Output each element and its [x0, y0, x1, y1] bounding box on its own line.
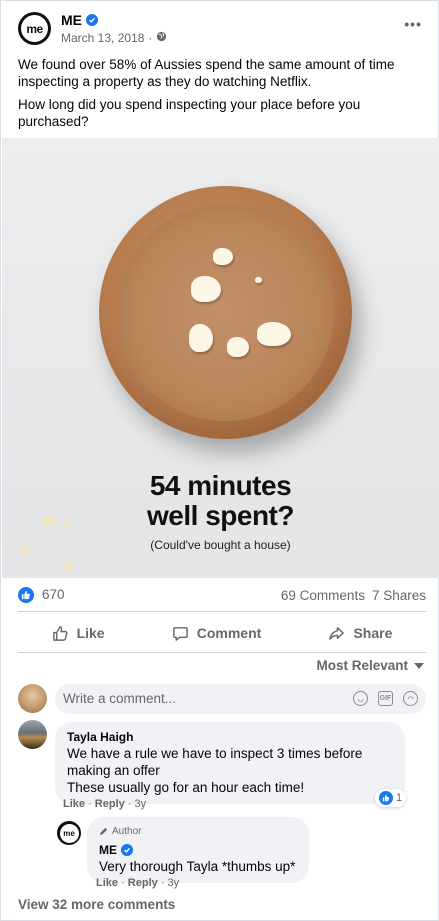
popcorn-crumb: [64, 562, 73, 571]
bowl-inner: [117, 204, 334, 421]
image-subtext: (Could've bought a house): [150, 538, 291, 552]
reply-author-name[interactable]: ME: [99, 842, 117, 858]
more-options-icon[interactable]: •••: [404, 16, 422, 32]
engagement-stats: 670 69 Comments 7 Shares: [18, 586, 426, 606]
share-button-label: Share: [353, 625, 393, 641]
post-text-line-2: How long did you spend inspecting your p…: [18, 97, 361, 129]
popcorn-piece: [191, 276, 221, 302]
comment-icon: [172, 626, 188, 641]
like-button-label: Like: [76, 625, 105, 641]
reply-bubble: Author ME Very thorough Tayla *thumbs up…: [87, 817, 309, 883]
reply-reply-link[interactable]: Reply: [128, 877, 158, 889]
comment-count[interactable]: 69 Comments: [281, 588, 365, 603]
popcorn-piece: [257, 322, 291, 346]
post-card: me ME March 13, 2018 · ••• We found over…: [0, 0, 439, 921]
post-header: me ME March 13, 2018 · •••: [18, 10, 426, 50]
comment-meta: Like · Reply · 3y: [63, 798, 147, 810]
post-image[interactable]: 54 minutes well spent? (Could've bought …: [2, 138, 439, 578]
comment-input-placeholder: Write a comment...: [63, 691, 177, 706]
sort-dropdown[interactable]: Most Relevant: [316, 658, 424, 673]
post-text-line-1: We found over 58% of Aussies spend the s…: [18, 57, 395, 89]
wooden-bowl-image: [99, 186, 352, 439]
comment-age[interactable]: 3y: [135, 798, 147, 810]
post-text: We found over 58% of Aussies spend the s…: [18, 56, 428, 136]
gif-icon[interactable]: GIF: [378, 691, 393, 706]
emoji-icon[interactable]: ◡: [353, 691, 368, 706]
author-name[interactable]: ME: [61, 12, 82, 28]
reaction-count: 1: [396, 792, 403, 804]
comment-text-line-1: We have a rule we have to inspect 3 time…: [67, 746, 363, 778]
pencil-icon: [99, 827, 108, 836]
author-tag: Author: [99, 823, 297, 840]
post-meta: March 13, 2018 ·: [61, 31, 167, 45]
globe-icon: [156, 31, 167, 45]
popcorn-piece: [255, 277, 262, 283]
reply-text: Very thorough Tayla *thumbs up*: [99, 859, 296, 874]
comment-like-link[interactable]: Like: [63, 798, 85, 810]
share-button[interactable]: Share: [328, 625, 392, 642]
popcorn-crumb: [20, 546, 30, 555]
comment-input[interactable]: Write a comment... ◡ GIF ◠: [55, 684, 426, 714]
reply-meta: Like · Reply · 3y: [96, 877, 180, 889]
share-icon: [329, 626, 345, 640]
image-headline-2: well spent?: [147, 500, 294, 531]
commenter-avatar[interactable]: [18, 720, 47, 749]
author-tag-label: Author: [112, 826, 142, 837]
like-reaction-icon[interactable]: [18, 587, 34, 603]
post-date[interactable]: March 13, 2018: [61, 31, 144, 45]
view-more-comments-link[interactable]: View 32 more comments: [18, 897, 175, 912]
comment-bubble: Tayla Haigh We have a rule we have to in…: [55, 722, 405, 804]
verified-badge-icon: [86, 14, 98, 26]
like-count[interactable]: 670: [42, 587, 65, 602]
comment-button-label: Comment: [196, 625, 262, 641]
reply-author-row: ME: [99, 842, 297, 858]
author-row: ME: [61, 12, 98, 28]
divider: [18, 652, 426, 653]
sticker-icon[interactable]: ◠: [403, 691, 418, 706]
page-avatar[interactable]: me: [18, 12, 51, 45]
popcorn-piece: [227, 337, 249, 357]
verified-badge-icon: [121, 844, 133, 856]
composer-icons: ◡ GIF ◠: [353, 691, 418, 706]
page-logo: me: [21, 15, 48, 42]
comment-reactions[interactable]: 1: [375, 789, 407, 807]
comment-composer: Write a comment... ◡ GIF ◠: [18, 684, 426, 714]
reply-age[interactable]: 3y: [168, 877, 180, 889]
sort-label: Most Relevant: [316, 658, 408, 673]
like-button[interactable]: Like: [52, 625, 105, 642]
like-reaction-icon: [379, 791, 393, 805]
comment-button[interactable]: Comment: [172, 625, 262, 642]
meta-separator: ·: [148, 31, 153, 45]
commenter-name[interactable]: Tayla Haigh: [67, 729, 393, 745]
popcorn-piece: [189, 324, 213, 352]
author-logo: me: [59, 823, 79, 843]
caret-down-icon: [414, 662, 424, 669]
popcorn-crumb: [62, 520, 70, 526]
divider: [18, 611, 426, 612]
action-bar: Like Comment Share: [18, 618, 426, 648]
comment-text-line-2: These usually go for an hour each time!: [67, 780, 305, 795]
thumbs-up-icon: [52, 625, 68, 641]
share-count[interactable]: 7 Shares: [372, 588, 426, 603]
popcorn-piece: [213, 248, 233, 265]
user-avatar[interactable]: [18, 684, 47, 713]
image-headline-1: 54 minutes: [149, 470, 292, 501]
author-reply-avatar[interactable]: me: [57, 821, 81, 845]
comments-shares: 69 Comments 7 Shares: [281, 588, 426, 603]
popcorn-crumb: [42, 516, 56, 526]
reply-like-link[interactable]: Like: [96, 877, 118, 889]
comment-reply-link[interactable]: Reply: [95, 798, 125, 810]
